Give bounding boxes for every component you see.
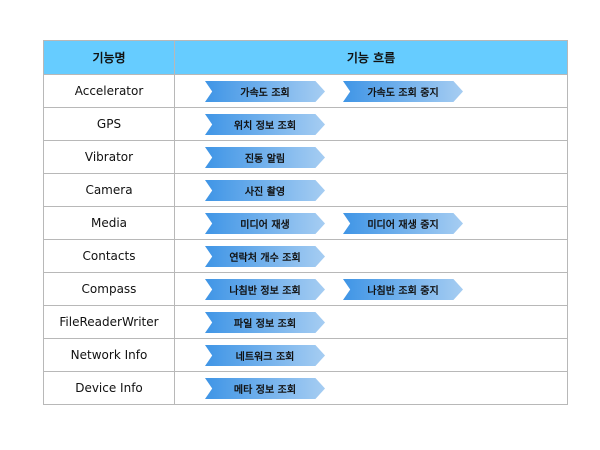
feature-name: Network Info bbox=[43, 338, 175, 372]
flow-step-chevron: 메타 정보 조회 bbox=[205, 378, 325, 399]
feature-name: Contacts bbox=[43, 239, 175, 273]
feature-name: Media bbox=[43, 206, 175, 240]
feature-name: Compass bbox=[43, 272, 175, 306]
flow-step-chevron: 파일 정보 조회 bbox=[205, 312, 325, 333]
table-row: Compass 나침반 정보 조회 나침반 조회 중지 bbox=[43, 272, 568, 306]
feature-name: Vibrator bbox=[43, 140, 175, 174]
flow-step-chevron: 나침반 정보 조회 bbox=[205, 279, 325, 300]
table-row: Contacts 연락처 개수 조회 bbox=[43, 239, 568, 273]
flow-step-chevron: 네트워크 조회 bbox=[205, 345, 325, 366]
flow-step-chevron: 위치 정보 조회 bbox=[205, 114, 325, 135]
flow-step-chevron: 미디어 재생 bbox=[205, 213, 325, 234]
feature-flow-table: 기능명 기능 흐름 Accelerator 가속도 조회 가속도 조회 중지 GPS 위… bbox=[43, 40, 568, 405]
table-row: Vibrator 진동 알림 bbox=[43, 140, 568, 174]
flow-step-chevron: 진동 알림 bbox=[205, 147, 325, 168]
flow-step-chevron: 나침반 조회 중지 bbox=[343, 279, 463, 300]
flow-step-chevron: 가속도 조회 bbox=[205, 81, 325, 102]
feature-name: Accelerator bbox=[43, 74, 175, 108]
feature-flow: 네트워크 조회 bbox=[174, 338, 568, 372]
feature-flow: 메타 정보 조회 bbox=[174, 371, 568, 405]
flow-step-chevron: 가속도 조회 중지 bbox=[343, 81, 463, 102]
feature-flow: 사진 촬영 bbox=[174, 173, 568, 207]
feature-flow: 연락처 개수 조회 bbox=[174, 239, 568, 273]
feature-flow: 가속도 조회 가속도 조회 중지 bbox=[174, 74, 568, 108]
table-row: GPS 위치 정보 조회 bbox=[43, 107, 568, 141]
feature-name: Device Info bbox=[43, 371, 175, 405]
flow-step-chevron: 미디어 재생 중지 bbox=[343, 213, 463, 234]
feature-flow: 위치 정보 조회 bbox=[174, 107, 568, 141]
table-row: Accelerator 가속도 조회 가속도 조회 중지 bbox=[43, 74, 568, 108]
table-row: FileReaderWriter 파일 정보 조회 bbox=[43, 305, 568, 339]
feature-flow: 미디어 재생 미디어 재생 중지 bbox=[174, 206, 568, 240]
flow-step-chevron: 사진 촬영 bbox=[205, 180, 325, 201]
header-row: 기능명 기능 흐름 bbox=[43, 40, 568, 75]
feature-name: FileReaderWriter bbox=[43, 305, 175, 339]
table-row: Media 미디어 재생 미디어 재생 중지 bbox=[43, 206, 568, 240]
feature-name: GPS bbox=[43, 107, 175, 141]
feature-flow: 나침반 정보 조회 나침반 조회 중지 bbox=[174, 272, 568, 306]
table-row: Network Info 네트워크 조회 bbox=[43, 338, 568, 372]
header-feature-name: 기능명 bbox=[43, 40, 175, 75]
table-row: Device Info 메타 정보 조회 bbox=[43, 371, 568, 405]
feature-name: Camera bbox=[43, 173, 175, 207]
header-feature-flow: 기능 흐름 bbox=[174, 40, 568, 75]
table-row: Camera 사진 촬영 bbox=[43, 173, 568, 207]
feature-flow: 파일 정보 조회 bbox=[174, 305, 568, 339]
feature-flow: 진동 알림 bbox=[174, 140, 568, 174]
flow-step-chevron: 연락처 개수 조회 bbox=[205, 246, 325, 267]
